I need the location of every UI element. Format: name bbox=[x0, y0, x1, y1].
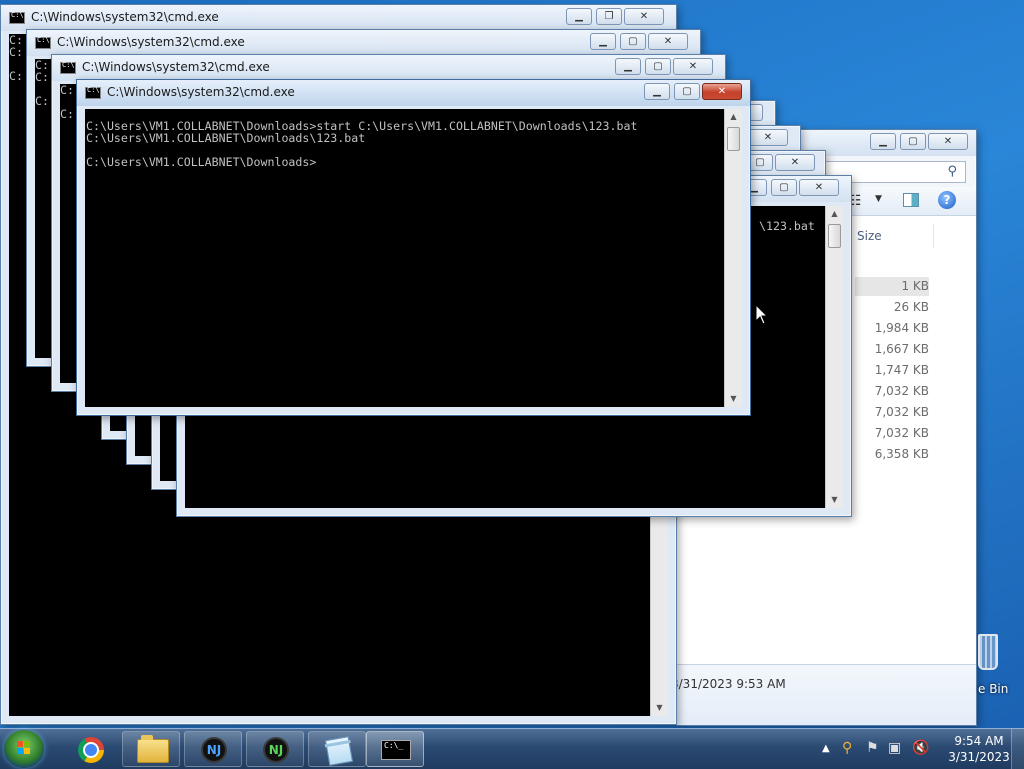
minimize-button[interactable]: ▁ bbox=[644, 83, 670, 100]
console-scrollbar[interactable]: ▲ ▼ bbox=[825, 206, 843, 508]
network-icon[interactable]: ▣ bbox=[888, 740, 901, 756]
cursor-arrow-icon bbox=[755, 304, 769, 325]
cmd-window-active[interactable]: C:\Windows\system32\cmd.exe ▁ ▢ ✕ C:\Use… bbox=[76, 79, 751, 416]
close-button[interactable]: ✕ bbox=[648, 33, 688, 50]
close-button[interactable]: ✕ bbox=[624, 8, 664, 25]
maximize-button[interactable]: ▢ bbox=[771, 179, 797, 196]
taskbar-notepad[interactable] bbox=[308, 731, 366, 767]
restore-button[interactable]: ❐ bbox=[596, 8, 622, 25]
file-size-cell[interactable]: 1 KB bbox=[855, 277, 929, 296]
folder-icon bbox=[137, 735, 169, 763]
minimize-button[interactable]: ▁ bbox=[590, 33, 616, 50]
maximize-button[interactable]: ▢ bbox=[645, 58, 671, 75]
scroll-down-arrow-icon[interactable]: ▼ bbox=[725, 391, 742, 407]
clock-time: 9:54 AM bbox=[954, 734, 1004, 748]
search-icon[interactable]: ⚲ bbox=[947, 164, 957, 179]
taskbar-nj-app-2[interactable]: NJ bbox=[246, 731, 304, 767]
nj-app-icon: NJ bbox=[201, 737, 227, 763]
volume-muted-icon[interactable]: 🔇 bbox=[912, 740, 929, 756]
file-size-cell[interactable]: 7,032 KB bbox=[855, 382, 929, 401]
console-output[interactable]: C:\Users\VM1.COLLABNET\Downloads>start C… bbox=[85, 109, 726, 407]
window-title: C:\Windows\system32\cmd.exe bbox=[31, 10, 219, 24]
explorer-minimize-button[interactable]: ▁ bbox=[870, 133, 896, 150]
file-size-cell[interactable]: 26 KB bbox=[855, 298, 929, 317]
action-center-icon[interactable]: ⚑ bbox=[866, 740, 879, 756]
scroll-thumb[interactable] bbox=[828, 224, 841, 248]
chrome-icon bbox=[78, 737, 104, 763]
close-button[interactable]: ✕ bbox=[702, 83, 742, 100]
column-header-size[interactable]: Size bbox=[855, 224, 934, 248]
recycle-bin-label: e Bin bbox=[978, 682, 1009, 696]
scroll-down-arrow-icon[interactable]: ▼ bbox=[826, 492, 843, 508]
window-title: C:\Windows\system32\cmd.exe bbox=[107, 85, 295, 99]
file-size-cell[interactable]: 1,747 KB bbox=[855, 361, 929, 380]
file-size-cell[interactable]: 7,032 KB bbox=[855, 403, 929, 422]
recycle-bin-icon[interactable] bbox=[978, 634, 998, 670]
cmd-icon bbox=[60, 61, 76, 74]
cmd-icon: C:\_ bbox=[381, 740, 411, 760]
cmd-icon bbox=[35, 36, 51, 49]
system-tray: ▲ ⚲ ⚑ ▣ 🔇 9:54 AM 3/31/2023 bbox=[818, 729, 1024, 769]
console-scrollbar[interactable]: ▲ ▼ bbox=[724, 109, 742, 407]
taskbar-chrome[interactable] bbox=[60, 731, 118, 767]
notepad-icon bbox=[324, 736, 354, 766]
cmd-icon bbox=[85, 86, 101, 99]
date-modified: 3/31/2023 9:53 AM bbox=[671, 677, 786, 691]
file-size-cell[interactable]: 6,358 KB bbox=[855, 445, 929, 464]
scroll-thumb[interactable] bbox=[727, 127, 740, 151]
maximize-button[interactable]: ▢ bbox=[620, 33, 646, 50]
maximize-button[interactable]: ▢ bbox=[674, 83, 700, 100]
recycle-bin[interactable]: e Bin bbox=[976, 632, 1024, 702]
close-button[interactable]: ✕ bbox=[748, 129, 788, 146]
explorer-close-button[interactable]: ✕ bbox=[928, 133, 968, 150]
chevron-down-icon[interactable]: ▼ bbox=[875, 194, 882, 204]
cmd-icon bbox=[9, 11, 25, 24]
preview-pane-icon[interactable] bbox=[903, 193, 919, 207]
clock[interactable]: 9:54 AM 3/31/2023 bbox=[944, 733, 1014, 765]
show-hidden-icons-icon[interactable]: ▲ bbox=[822, 743, 830, 754]
taskbar: NJ NJ C:\_ ▲ ⚲ ⚑ ▣ 🔇 9:54 AM 3/31/2023 bbox=[0, 728, 1024, 769]
nj-app-icon: NJ bbox=[263, 737, 289, 763]
taskbar-explorer[interactable] bbox=[122, 731, 180, 767]
scroll-down-arrow-icon[interactable]: ▼ bbox=[651, 700, 668, 716]
search-tool-icon[interactable]: ⚲ bbox=[842, 740, 852, 756]
details-pane: 3/31/2023 9:53 AM bbox=[671, 664, 976, 725]
file-size-cell[interactable]: 7,032 KB bbox=[855, 424, 929, 443]
window-title: C:\Windows\system32\cmd.exe bbox=[82, 60, 270, 74]
scroll-up-arrow-icon[interactable]: ▲ bbox=[826, 206, 843, 222]
file-size-cell[interactable]: 1,667 KB bbox=[855, 340, 929, 359]
window-title: C:\Windows\system32\cmd.exe bbox=[57, 35, 245, 49]
taskbar-cmd[interactable]: C:\_ bbox=[366, 731, 424, 767]
start-button[interactable] bbox=[4, 730, 44, 768]
close-button[interactable]: ✕ bbox=[775, 154, 815, 171]
help-icon[interactable]: ? bbox=[938, 191, 956, 209]
minimize-button[interactable]: ▁ bbox=[566, 8, 592, 25]
close-button[interactable]: ✕ bbox=[673, 58, 713, 75]
windows-logo-icon bbox=[17, 741, 31, 755]
explorer-maximize-button[interactable]: ▢ bbox=[900, 133, 926, 150]
file-size-cell[interactable]: 1,984 KB bbox=[855, 319, 929, 338]
scroll-up-arrow-icon[interactable]: ▲ bbox=[725, 109, 742, 125]
close-button[interactable]: ✕ bbox=[799, 179, 839, 196]
minimize-button[interactable]: ▁ bbox=[615, 58, 641, 75]
clock-date: 3/31/2023 bbox=[948, 750, 1010, 764]
console-line: C:\Users\VM1.COLLABNET\Downloads\123.bat bbox=[86, 131, 366, 145]
console-prompt: C:\Users\VM1.COLLABNET\Downloads> bbox=[86, 155, 317, 169]
show-desktop-button[interactable] bbox=[1011, 729, 1024, 769]
taskbar-nj-app-1[interactable]: NJ bbox=[184, 731, 242, 767]
